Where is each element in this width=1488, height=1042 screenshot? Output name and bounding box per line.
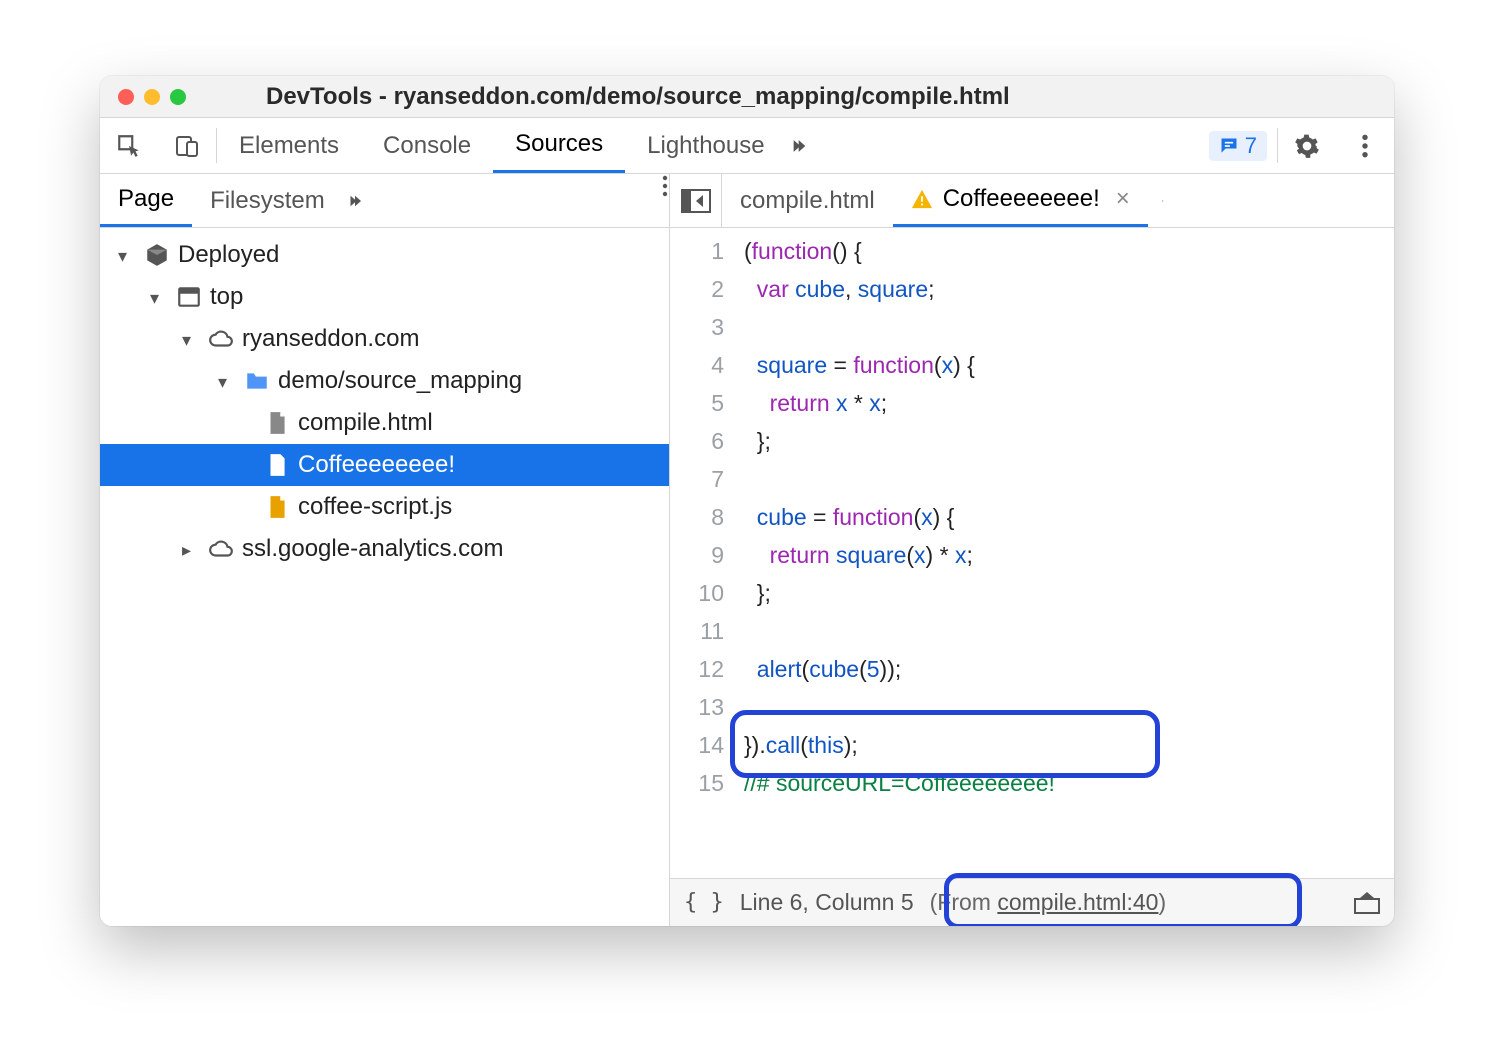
close-window-button[interactable] bbox=[118, 89, 134, 105]
tree-file-0[interactable]: compile.html bbox=[100, 402, 669, 444]
nav-tab-filesystem[interactable]: Filesystem bbox=[192, 174, 343, 227]
tree-origin-2-label: ssl.google-analytics.com bbox=[242, 535, 503, 563]
tree-top-label: top bbox=[210, 283, 243, 311]
zoom-window-button[interactable] bbox=[170, 89, 186, 105]
tree-frame-top[interactable]: top bbox=[100, 276, 669, 318]
tree-root-label: Deployed bbox=[178, 241, 279, 269]
editor-tab-1-label: Coffeeeeeeee! bbox=[943, 185, 1100, 213]
file-icon bbox=[264, 452, 290, 478]
nav-tab-page[interactable]: Page bbox=[100, 174, 192, 227]
editor-tab-0[interactable]: compile.html bbox=[722, 174, 893, 227]
file-tree: Deployed top ryanseddon.com demo/source_… bbox=[100, 228, 669, 926]
tree-origin-1-label: ryanseddon.com bbox=[242, 325, 419, 353]
cloud-icon bbox=[208, 326, 234, 352]
editor-more-tabs-icon[interactable] bbox=[1148, 174, 1178, 227]
tab-lighthouse[interactable]: Lighthouse bbox=[625, 118, 786, 173]
tree-file-1-label: Coffeeeeeeee! bbox=[298, 451, 455, 479]
tree-origin-2[interactable]: ssl.google-analytics.com bbox=[100, 528, 669, 570]
tree-origin-1[interactable]: ryanseddon.com bbox=[100, 318, 669, 360]
source-origin: (From compile.html:40) bbox=[930, 889, 1166, 916]
tree-root[interactable]: Deployed bbox=[100, 234, 669, 276]
js-file-icon bbox=[264, 494, 290, 520]
editor-tab-1[interactable]: Coffeeeeeeee! × bbox=[893, 174, 1148, 227]
tree-file-2[interactable]: coffee-script.js bbox=[100, 486, 669, 528]
inspect-element-icon[interactable] bbox=[100, 118, 158, 173]
editor-tabs: compile.html Coffeeeeeeee! × bbox=[670, 174, 1394, 228]
editor-statusbar: { } Line 6, Column 5 (From compile.html:… bbox=[670, 878, 1394, 926]
annotation-highlight-sourceurl bbox=[730, 710, 1160, 778]
tree-folder-label: demo/source_mapping bbox=[278, 367, 522, 395]
tree-file-2-label: coffee-script.js bbox=[298, 493, 452, 521]
navigator-tabs: Page Filesystem bbox=[100, 174, 669, 228]
origin-link[interactable]: compile.html:40 bbox=[997, 889, 1158, 915]
minimize-window-button[interactable] bbox=[144, 89, 160, 105]
issues-count: 7 bbox=[1245, 133, 1257, 159]
navigator-pane: Page Filesystem Deployed top bbox=[100, 174, 670, 926]
device-toolbar-icon[interactable] bbox=[158, 118, 216, 173]
cloud-icon bbox=[208, 536, 234, 562]
cursor-position: Line 6, Column 5 bbox=[740, 889, 914, 916]
window-titlebar: DevTools - ryanseddon.com/demo/source_ma… bbox=[100, 76, 1394, 118]
tree-folder[interactable]: demo/source_mapping bbox=[100, 360, 669, 402]
tab-elements[interactable]: Elements bbox=[217, 118, 361, 173]
devtools-window: DevTools - ryanseddon.com/demo/source_ma… bbox=[100, 76, 1394, 926]
file-icon bbox=[264, 410, 290, 436]
source-editor[interactable]: 123456789101112131415 (function() { var … bbox=[670, 228, 1394, 878]
tree-file-1[interactable]: Coffeeeeeeee! bbox=[100, 444, 669, 486]
line-gutter: 123456789101112131415 bbox=[670, 228, 738, 878]
panel-tabs: Elements Console Sources Lighthouse bbox=[217, 118, 1209, 173]
show-console-drawer-icon[interactable] bbox=[1354, 892, 1380, 914]
kebab-menu-icon[interactable] bbox=[1336, 118, 1394, 173]
window-title: DevTools - ryanseddon.com/demo/source_ma… bbox=[266, 83, 1010, 111]
close-tab-icon[interactable]: × bbox=[1116, 185, 1130, 213]
frame-icon bbox=[176, 284, 202, 310]
toggle-navigator-icon[interactable] bbox=[670, 174, 722, 227]
more-tabs-icon[interactable] bbox=[787, 118, 817, 173]
nav-more-tabs-icon[interactable] bbox=[343, 174, 373, 227]
main-toolbar: Elements Console Sources Lighthouse 7 bbox=[100, 118, 1394, 174]
pretty-print-icon[interactable]: { } bbox=[684, 890, 724, 915]
issues-counter[interactable]: 7 bbox=[1209, 131, 1267, 161]
tab-console[interactable]: Console bbox=[361, 118, 493, 173]
window-controls bbox=[100, 89, 256, 105]
chat-icon bbox=[1219, 136, 1239, 156]
settings-icon[interactable] bbox=[1278, 118, 1336, 173]
code-area[interactable]: (function() { var cube, square; square =… bbox=[738, 228, 1394, 878]
nav-kebab-icon[interactable] bbox=[661, 174, 669, 227]
warning-icon bbox=[911, 188, 933, 210]
folder-icon bbox=[244, 368, 270, 394]
tab-sources[interactable]: Sources bbox=[493, 118, 625, 173]
cube-icon bbox=[144, 242, 170, 268]
editor-pane: compile.html Coffeeeeeeee! × 12345678910… bbox=[670, 174, 1394, 926]
editor-tab-0-label: compile.html bbox=[740, 187, 875, 215]
tree-file-0-label: compile.html bbox=[298, 409, 433, 437]
